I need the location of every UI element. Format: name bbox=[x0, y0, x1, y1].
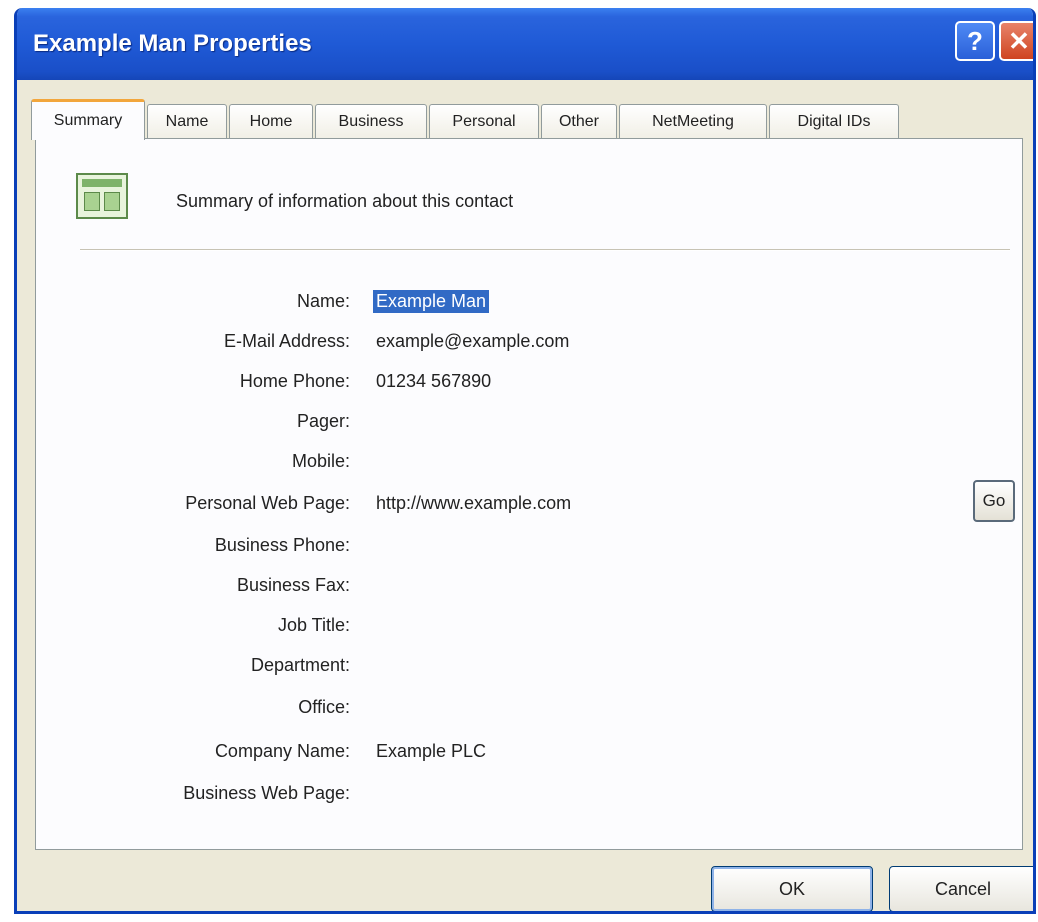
business-fax-label: Business Fax: bbox=[236, 575, 350, 595]
personal-web-page-label: Personal Web Page: bbox=[185, 493, 350, 513]
summary-header: Summary of information about this contac… bbox=[176, 191, 514, 211]
home-phone-value[interactable]: 01234 567890 bbox=[376, 371, 491, 392]
tab-digital-ids[interactable]: Digital IDs bbox=[769, 104, 899, 138]
home-phone-label: Home Phone: bbox=[239, 371, 350, 391]
help-button[interactable]: ? bbox=[955, 21, 995, 61]
ok-button[interactable]: OK bbox=[711, 866, 873, 911]
pager-label: Pager: bbox=[296, 411, 350, 431]
tab-netmeeting[interactable]: NetMeeting bbox=[619, 104, 767, 138]
tab-summary[interactable]: Summary bbox=[31, 99, 145, 140]
department-label: Department: bbox=[250, 655, 350, 675]
business-phone-label: Business Phone: bbox=[214, 535, 350, 555]
tab-other[interactable]: Other bbox=[541, 104, 617, 138]
contact-card-icon bbox=[76, 173, 128, 219]
company-name-label: Company Name: bbox=[214, 741, 350, 761]
tab-business[interactable]: Business bbox=[315, 104, 427, 138]
email-value[interactable]: example@example.com bbox=[376, 331, 569, 352]
tab-name[interactable]: Name bbox=[147, 104, 227, 138]
name-label: Name: bbox=[296, 291, 350, 311]
business-web-page-label: Business Web Page: bbox=[183, 783, 350, 803]
tab-personal[interactable]: Personal bbox=[429, 104, 539, 138]
close-button[interactable]: ✕ bbox=[999, 21, 1033, 61]
go-button[interactable]: Go bbox=[973, 480, 1015, 522]
job-title-label: Job Title: bbox=[277, 615, 350, 635]
window-title: Example Man Properties bbox=[33, 30, 312, 57]
mobile-label: Mobile: bbox=[291, 451, 350, 471]
office-label: Office: bbox=[298, 697, 350, 717]
summary-panel: Summary of information about this contac… bbox=[35, 138, 1023, 850]
email-label: E-Mail Address: bbox=[223, 331, 350, 351]
personal-web-page-value[interactable]: http://www.example.com bbox=[376, 493, 571, 514]
company-name-value[interactable]: Example PLC bbox=[376, 741, 486, 762]
header-divider bbox=[80, 249, 1010, 251]
properties-dialog: Example Man Properties ? ✕ Summary Name … bbox=[14, 8, 1036, 914]
title-bar[interactable]: Example Man Properties ? ✕ bbox=[17, 8, 1033, 80]
tab-home[interactable]: Home bbox=[229, 104, 313, 138]
cancel-button[interactable]: Cancel bbox=[889, 866, 1033, 911]
name-value[interactable]: Example Man bbox=[373, 290, 490, 313]
